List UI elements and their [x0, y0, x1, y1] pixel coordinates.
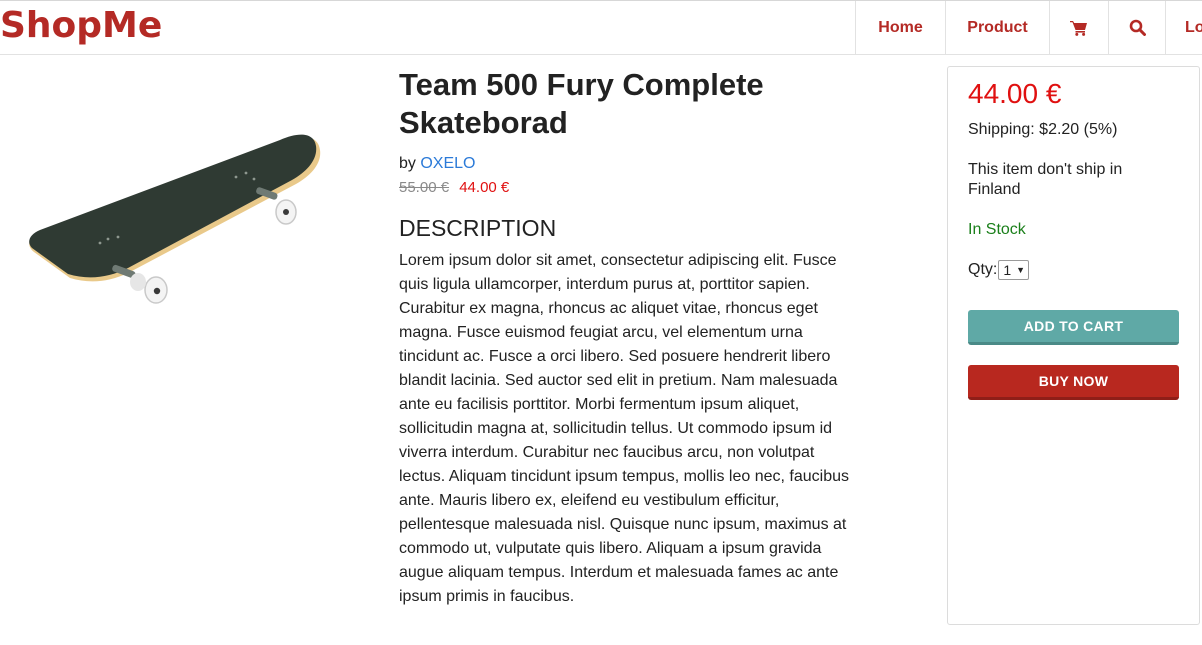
qty-value: 1: [1003, 262, 1012, 278]
quantity-row: Qty: 1 ▼: [968, 260, 1179, 280]
product-title: Team 500 Fury Complete Skateborad: [399, 67, 764, 140]
brand-logo[interactable]: ShopMe: [0, 3, 162, 49]
nav-login-link[interactable]: Lo: [1165, 1, 1202, 54]
nav-cart-button[interactable]: [1049, 1, 1108, 54]
shipping-info: Shipping: $2.20 (5%): [968, 121, 1118, 138]
nav-product-link[interactable]: Product: [945, 1, 1049, 54]
qty-label: Qty:: [968, 261, 998, 278]
description-text: Lorem ipsum dolor sit amet, consectetur …: [399, 252, 849, 605]
buy-now-button[interactable]: BUY NOW: [968, 365, 1179, 400]
product-info: Team 500 Fury Complete Skateborad by OXE…: [399, 66, 854, 609]
nav-search-button[interactable]: [1108, 1, 1165, 54]
cart-icon: [1070, 20, 1087, 36]
current-price: 44.00 €: [459, 179, 510, 196]
stock-status: In Stock: [968, 221, 1026, 238]
brand-link[interactable]: OXELO: [420, 155, 475, 172]
search-icon: [1129, 19, 1146, 36]
quantity-select[interactable]: 1 ▼: [998, 260, 1030, 280]
add-to-cart-button[interactable]: ADD TO CART: [968, 310, 1179, 345]
buy-box: 44.00 € Shipping: $2.20 (5%) This item d…: [947, 66, 1200, 625]
by-label: by: [399, 155, 416, 172]
product-byline: by OXELO: [399, 154, 854, 174]
navbar: ShopMe Home Product Lo: [0, 0, 1202, 55]
shipping-note: This item don't ship in Finland: [968, 161, 1123, 198]
nav-home-link[interactable]: Home: [855, 1, 945, 54]
buy-box-price: 44.00 €: [968, 78, 1062, 109]
description-heading: DESCRIPTION: [399, 215, 557, 241]
skateboard-image: [29, 134, 321, 304]
product-prices: 55.00 € 44.00 €: [399, 178, 854, 198]
chevron-down-icon: ▼: [1016, 265, 1026, 275]
old-price: 55.00 €: [399, 179, 450, 196]
nav-menu: Home Product Lo: [855, 1, 1202, 54]
